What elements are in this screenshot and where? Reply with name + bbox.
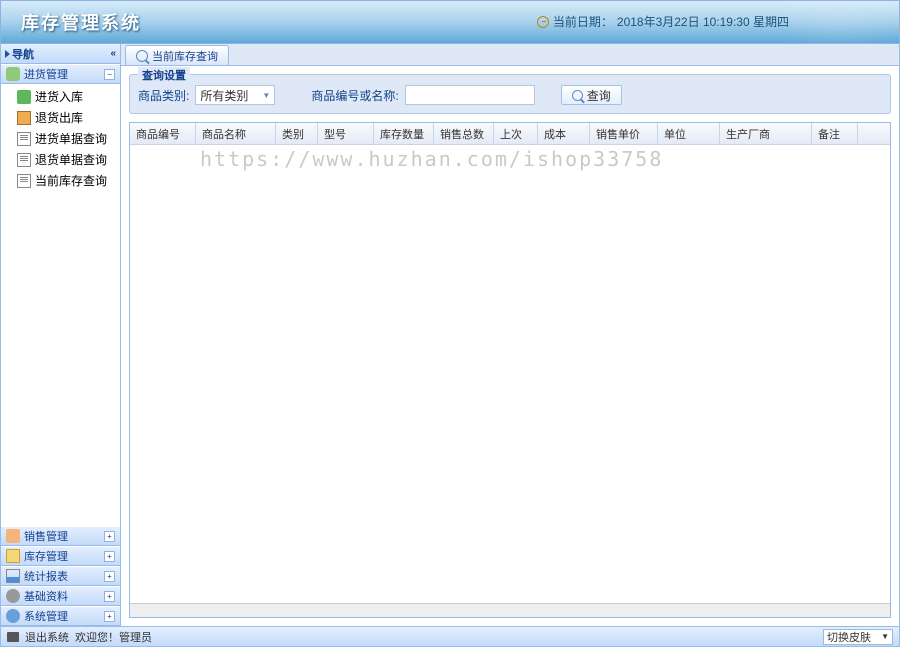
tab-body: 查询设置 商品类别: 所有类别 ▼ 商品编号或名称: 查询 商品编号商: [121, 66, 899, 626]
tab-stock-query[interactable]: 当前库存查询: [125, 45, 229, 65]
category-select[interactable]: 所有类别 ▼: [195, 85, 275, 105]
inventory-icon: [6, 549, 20, 563]
panel-title-purchase: 进货管理: [24, 66, 68, 82]
doc-icon: [17, 174, 31, 188]
sidebar-item-stockin[interactable]: 进货入库: [1, 86, 120, 107]
doc-icon: [17, 153, 31, 167]
sidebar: 导航 « 进货管理 − 进货入库 退货出库 进货单据查询 退货单据查询 当前库存…: [1, 44, 121, 626]
app-title: 库存管理系统: [21, 9, 141, 35]
search-button[interactable]: 查询: [561, 85, 622, 105]
content-area: 当前库存查询 查询设置 商品类别: 所有类别 ▼ 商品编号或名称: 查询: [121, 44, 899, 626]
current-date: 当前日期： 2018年3月22日 10:19:30 星期四: [537, 13, 789, 30]
grid-column-header[interactable]: 类别: [276, 123, 318, 144]
collapse-sidebar-button[interactable]: «: [110, 48, 116, 59]
category-label: 商品类别:: [138, 87, 189, 104]
reports-icon: [6, 569, 20, 583]
sidebar-item-return-query[interactable]: 退货单据查询: [1, 149, 120, 170]
panel-header-basedata[interactable]: 基础资料+: [1, 586, 120, 606]
date-label: 当前日期：: [553, 13, 613, 30]
nav-header: 导航 «: [1, 44, 120, 64]
tab-bar: 当前库存查询: [121, 44, 899, 66]
expand-button[interactable]: +: [104, 611, 115, 622]
grid-column-header[interactable]: 库存数量: [374, 123, 434, 144]
stockin-icon: [17, 90, 31, 104]
sidebar-item-stock-query[interactable]: 当前库存查询: [1, 170, 120, 191]
sidebar-item-purchase-query[interactable]: 进货单据查询: [1, 128, 120, 149]
search-icon: [136, 50, 148, 62]
sidebar-item-return[interactable]: 退货出库: [1, 107, 120, 128]
nav-icon: [5, 50, 10, 58]
expand-button[interactable]: +: [104, 571, 115, 582]
grid-column-header[interactable]: 上次: [494, 123, 538, 144]
collapse-panel-button[interactable]: −: [104, 69, 115, 80]
skin-select[interactable]: 切换皮肤 ▼: [823, 629, 893, 645]
grid-column-header[interactable]: 商品名称: [196, 123, 276, 144]
grid-column-header[interactable]: 单位: [658, 123, 720, 144]
clock-icon: [537, 16, 549, 28]
panel-header-inventory[interactable]: 库存管理+: [1, 546, 120, 566]
panel-header-sales[interactable]: 销售管理+: [1, 526, 120, 546]
chevron-down-icon: ▼: [262, 91, 270, 100]
grid-body: https://www.huzhan.com/ishop33758: [130, 145, 890, 603]
keyword-label: 商品编号或名称:: [311, 87, 398, 104]
grid-column-header[interactable]: 备注: [812, 123, 858, 144]
grid-column-header[interactable]: 型号: [318, 123, 374, 144]
doc-icon: [17, 132, 31, 146]
app-header: 库存管理系统 当前日期： 2018年3月22日 10:19:30 星期四: [0, 0, 900, 44]
logout-link[interactable]: 退出系统: [25, 629, 69, 645]
grid-column-header[interactable]: 销售总数: [434, 123, 494, 144]
exit-icon: [7, 632, 19, 642]
horizontal-scrollbar[interactable]: [130, 603, 890, 617]
skin-label: 切换皮肤: [827, 629, 871, 645]
welcome-text: 欢迎您！管理员: [75, 629, 152, 645]
sales-icon: [6, 529, 20, 543]
basedata-icon: [6, 589, 20, 603]
grid-column-header[interactable]: 生产厂商: [720, 123, 812, 144]
panel-header-system[interactable]: 系统管理+: [1, 606, 120, 626]
category-value: 所有类别: [200, 87, 248, 104]
data-grid: 商品编号商品名称类别型号库存数量销售总数上次成本销售单价单位生产厂商备注 htt…: [129, 122, 891, 618]
grid-header: 商品编号商品名称类别型号库存数量销售总数上次成本销售单价单位生产厂商备注: [130, 123, 890, 145]
search-icon: [572, 90, 583, 101]
nav-title: 导航: [12, 46, 34, 62]
keyword-input[interactable]: [405, 85, 535, 105]
grid-column-header[interactable]: 成本: [538, 123, 590, 144]
expand-button[interactable]: +: [104, 551, 115, 562]
chevron-down-icon: ▼: [881, 632, 889, 641]
purchase-icon: [6, 67, 20, 81]
tab-label: 当前库存查询: [152, 48, 218, 64]
date-value: 2018年3月22日 10:19:30 星期四: [617, 13, 789, 30]
grid-column-header[interactable]: 商品编号: [130, 123, 196, 144]
panel-header-purchase[interactable]: 进货管理 −: [1, 64, 120, 84]
panel-body-purchase: 进货入库 退货出库 进货单据查询 退货单据查询 当前库存查询: [1, 84, 120, 526]
expand-button[interactable]: +: [104, 591, 115, 602]
globe-decoration: [779, 1, 899, 45]
query-fieldset: 查询设置 商品类别: 所有类别 ▼ 商品编号或名称: 查询: [129, 74, 891, 114]
search-button-label: 查询: [587, 87, 611, 104]
query-legend: 查询设置: [138, 67, 190, 83]
system-icon: [6, 609, 20, 623]
expand-button[interactable]: +: [104, 531, 115, 542]
grid-column-header[interactable]: 销售单价: [590, 123, 658, 144]
return-icon: [17, 111, 31, 125]
watermark: https://www.huzhan.com/ishop33758: [200, 147, 663, 171]
panel-header-reports[interactable]: 统计报表+: [1, 566, 120, 586]
status-bar: 退出系统 欢迎您！管理员 切换皮肤 ▼: [0, 627, 900, 647]
